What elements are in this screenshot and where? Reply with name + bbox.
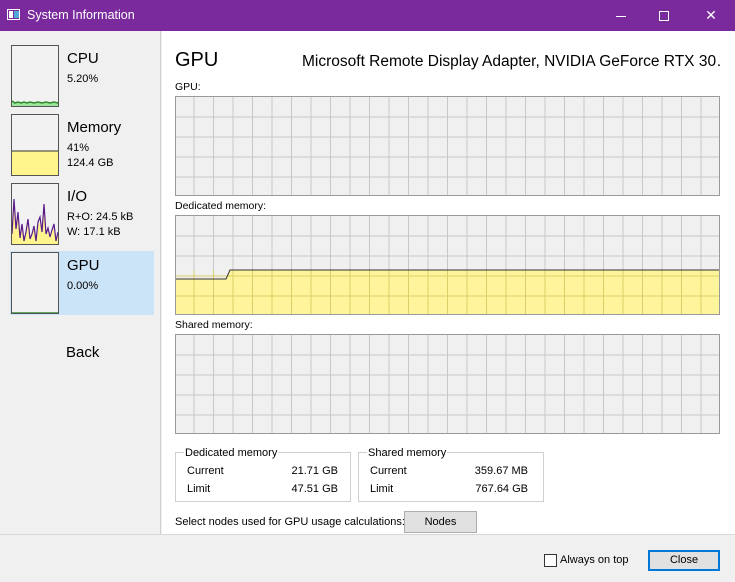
gpu-usage-value: 0.00%: [67, 280, 99, 292]
memory-fill: [12, 151, 58, 175]
window-title: System Information: [27, 8, 135, 22]
io-read-value: R+O: 24.5 kB: [67, 211, 134, 223]
cpu-usage-value: 5.20%: [67, 73, 99, 85]
group-title: Dedicated memory: [184, 447, 279, 459]
io-thumbnail-svg: [12, 198, 58, 244]
gpu-usage-graph: [175, 96, 720, 196]
sidebar-item-label: CPU: [67, 50, 99, 67]
always-on-top-checkbox[interactable]: [544, 554, 557, 567]
maximize-icon: [659, 11, 669, 22]
close-icon: ✕: [705, 7, 717, 23]
dedicated-limit-value: 47.51 GB: [291, 483, 338, 495]
minimize-icon: [616, 15, 626, 17]
dedicated-memory-graph-label: Dedicated memory:: [175, 200, 267, 212]
dedicated-memory-graph-svg: [176, 216, 719, 314]
maximize-button[interactable]: [641, 0, 687, 31]
shared-memory-graph: [175, 334, 720, 434]
memory-percent-value: 41%: [67, 142, 90, 154]
footer-bar: Always on top Close: [0, 534, 735, 582]
sidebar-item-gpu[interactable]: GPU 0.00%: [10, 251, 154, 315]
main-panel: GPU Microsoft Remote Display Adapter, NV…: [162, 31, 735, 534]
io-write-value: W: 17.1 kB: [67, 226, 121, 238]
dedicated-memory-group: Dedicated memory Current 21.71 GB Limit …: [175, 447, 351, 502]
sidebar-item-io[interactable]: I/O R+O: 24.5 kB W: 17.1 kB: [10, 182, 154, 246]
gpu-adapter-name: Microsoft Remote Display Adapter, NVIDIA…: [302, 53, 722, 70]
gpu-graph-svg: [176, 97, 719, 195]
system-information-icon: [7, 9, 20, 20]
shared-memory-group: Shared memory Current 359.67 MB Limit 76…: [358, 447, 544, 502]
shared-current-value: 359.67 MB: [474, 465, 528, 477]
gpu-thumbnail-svg: [12, 312, 58, 313]
current-label: Current: [187, 465, 224, 477]
current-label: Current: [370, 465, 407, 477]
sidebar-item-cpu[interactable]: CPU 5.20%: [10, 44, 154, 108]
back-link[interactable]: Back: [66, 344, 99, 361]
dedicated-current-value: 21.71 GB: [291, 465, 338, 477]
limit-label: Limit: [370, 483, 394, 495]
sidebar-item-label: I/O: [67, 188, 88, 205]
shared-memory-graph-label: Shared memory:: [175, 319, 253, 331]
dedicated-memory-graph: [175, 215, 720, 315]
memory-thumbnail-svg: [12, 150, 58, 175]
cpu-thumbnail-graph: [11, 45, 59, 107]
memory-amount-value: 124.4 GB: [67, 157, 114, 169]
cpu-line: [12, 100, 58, 104]
group-title: Shared memory: [367, 447, 448, 459]
title-bar: System Information ✕: [0, 0, 735, 31]
sidebar-item-label: GPU: [67, 257, 100, 274]
page-title: GPU: [175, 49, 219, 71]
cpu-thumbnail-svg: [12, 100, 58, 106]
nodes-button[interactable]: Nodes: [404, 511, 477, 533]
close-button[interactable]: Close: [648, 550, 720, 571]
gpu-graph-label: GPU:: [175, 81, 201, 93]
sidebar-item-label: Memory: [67, 119, 122, 136]
window-close-button[interactable]: ✕: [688, 0, 734, 31]
memory-thumbnail-graph: [11, 114, 59, 176]
sidebar: CPU 5.20% Memory 41% 124.4 GB I/O R+O: 2…: [0, 31, 161, 534]
nodes-description: Select nodes used for GPU usage calculat…: [175, 516, 405, 528]
io-thumbnail-graph: [11, 183, 59, 245]
shared-limit-value: 767.64 GB: [475, 483, 528, 495]
always-on-top-label[interactable]: Always on top: [560, 554, 628, 566]
limit-label: Limit: [187, 483, 211, 495]
sidebar-item-memory[interactable]: Memory 41% 124.4 GB: [10, 113, 154, 177]
minimize-button[interactable]: [598, 0, 644, 31]
shared-memory-graph-svg: [176, 335, 719, 433]
gpu-thumbnail-graph: [11, 252, 59, 314]
